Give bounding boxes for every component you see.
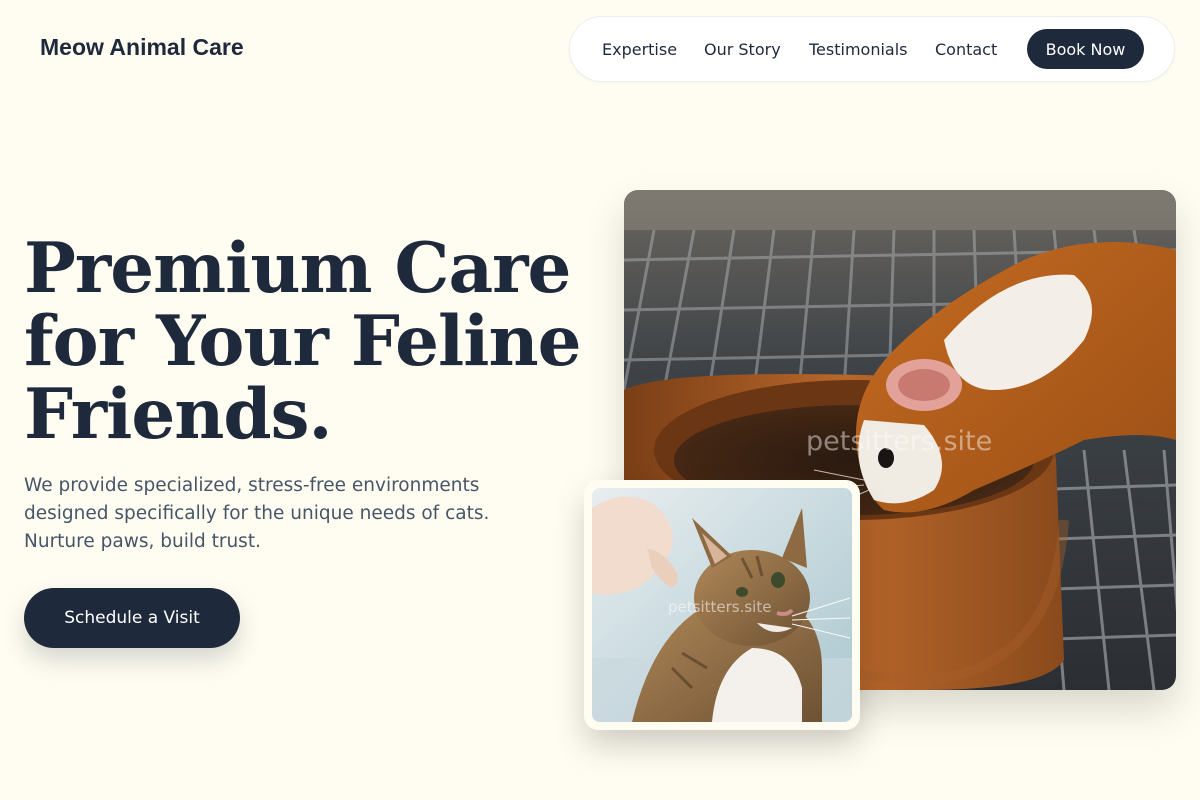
nav-link-expertise[interactable]: Expertise (602, 40, 677, 59)
nav-link-contact[interactable]: Contact (935, 40, 997, 59)
watermark: petsitters.site (806, 426, 993, 457)
cat-photo-card: petsitters.site (584, 480, 860, 730)
hero-subtitle: We provide specialized, stress-free envi… (24, 475, 490, 552)
brand-logo[interactable]: Meow Animal Care (40, 34, 244, 61)
nav-link-our-story[interactable]: Our Story (704, 40, 781, 59)
cat-photo: petsitters.site (592, 488, 852, 722)
watermark: petsitters.site (668, 598, 772, 616)
page: Meow Animal Care Expertise Our Story Tes… (0, 0, 1200, 800)
schedule-visit-button[interactable]: Schedule a Visit (24, 588, 240, 648)
book-now-button[interactable]: Book Now (1027, 29, 1144, 69)
hero-title: Premium Care for Your Feline Friends. (24, 228, 582, 455)
nav-link-testimonials[interactable]: Testimonials (809, 40, 908, 59)
top-nav: Expertise Our Story Testimonials Contact… (569, 16, 1175, 82)
